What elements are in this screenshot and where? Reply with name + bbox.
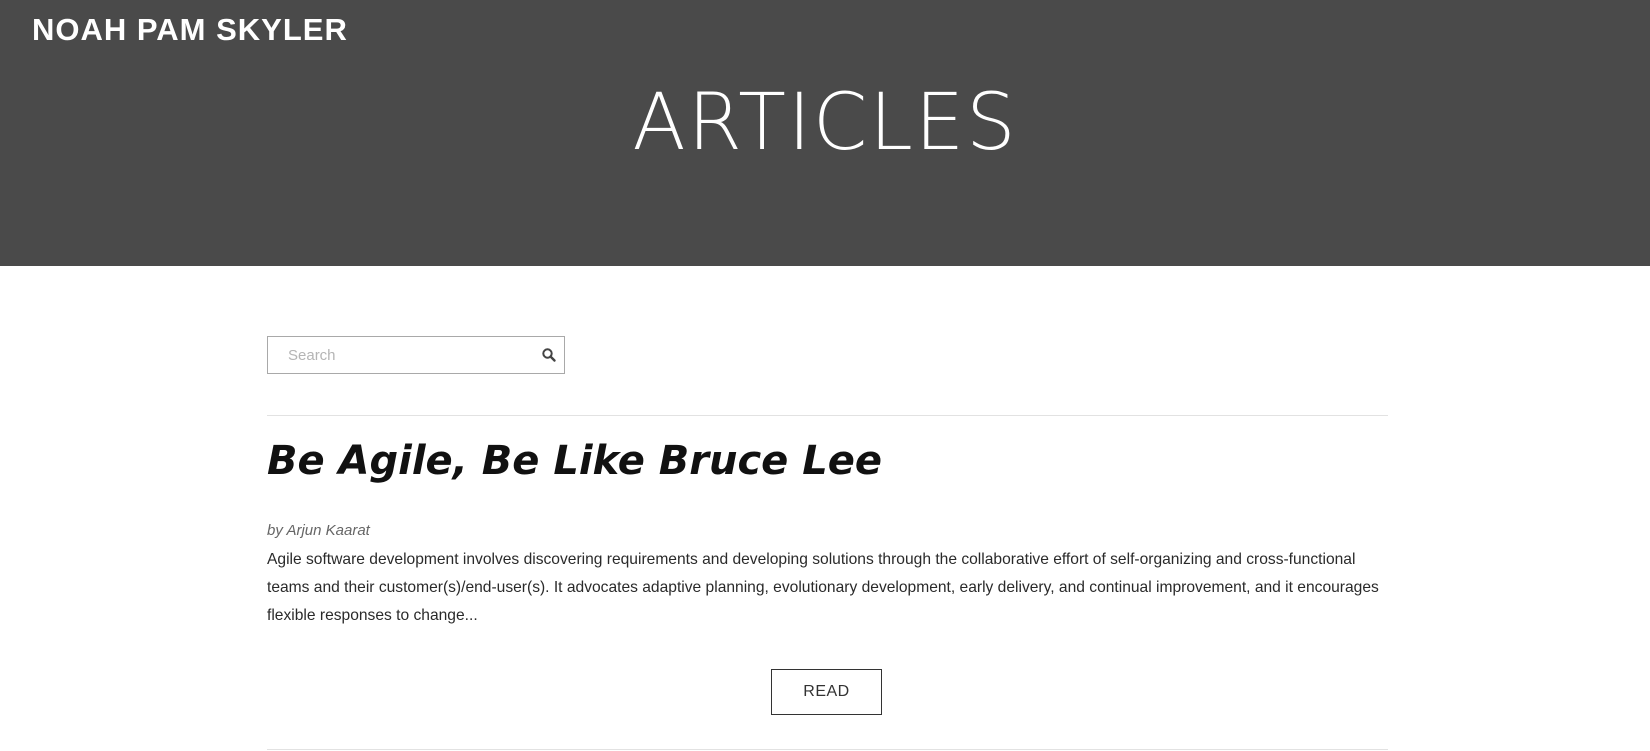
- search-icon[interactable]: [541, 347, 557, 363]
- page-header: NOAH PAM SKYLER ARTICLES: [0, 0, 1650, 266]
- search-form: [267, 336, 565, 374]
- read-button[interactable]: READ: [771, 669, 882, 715]
- divider: [267, 749, 1388, 750]
- article-byline: by Arjun Kaarat: [267, 522, 370, 539]
- article-title[interactable]: Be Agile, Be Like Bruce Lee: [267, 436, 882, 486]
- page-title: ARTICLES: [632, 78, 1018, 168]
- search-input[interactable]: [268, 337, 528, 373]
- divider: [267, 415, 1388, 416]
- site-title-link[interactable]: NOAH PAM SKYLER: [32, 12, 348, 48]
- article-excerpt: Agile software development involves disc…: [267, 551, 1379, 624]
